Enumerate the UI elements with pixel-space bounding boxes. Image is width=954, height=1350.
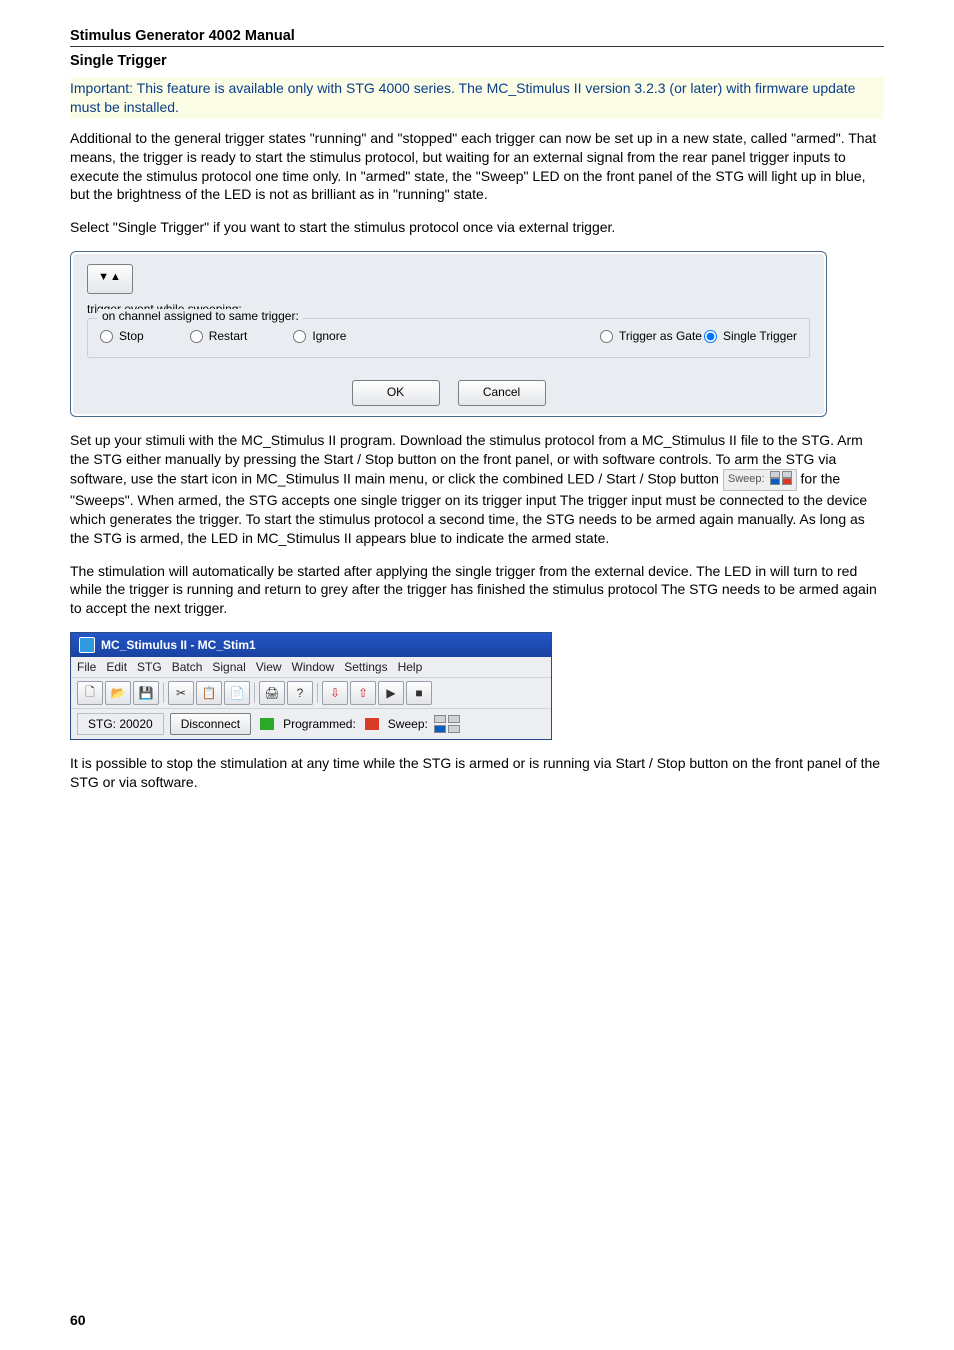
led-grey-icon	[782, 471, 792, 478]
menu-help[interactable]: Help	[398, 660, 423, 674]
toolbar: 🗋 📂 💾 ✂ 📋 📄 🖨 ? ⇩ ⇧ ▶ ■	[71, 677, 551, 709]
menu-view[interactable]: View	[256, 660, 282, 674]
menu-batch[interactable]: Batch	[172, 660, 203, 674]
download-icon[interactable]: ⇩	[322, 681, 348, 705]
led-blue-icon	[434, 725, 446, 733]
led-blue-icon	[770, 478, 780, 485]
title-rule	[70, 46, 884, 47]
menu-window[interactable]: Window	[292, 660, 335, 674]
disconnect-button[interactable]: Disconnect	[170, 713, 251, 735]
mc-stimulus-window: MC_Stimulus II - MC_Stim1 File Edit STG …	[70, 632, 552, 740]
para-5: It is possible to stop the stimulation a…	[70, 754, 884, 792]
radio-single-input[interactable]	[704, 330, 717, 343]
menu-settings[interactable]: Settings	[344, 660, 387, 674]
radio-stop-label: Stop	[119, 329, 144, 343]
doc-title: Stimulus Generator 4002 Manual	[70, 28, 884, 44]
trigger-dialog: ▼▲ trigger event while sweeping: on chan…	[70, 251, 827, 417]
led-green-icon	[260, 718, 274, 730]
radio-restart-input[interactable]	[190, 330, 203, 343]
cut-icon[interactable]: ✂	[168, 681, 194, 705]
para-1: Additional to the general trigger states…	[70, 129, 884, 205]
radio-stop-input[interactable]	[100, 330, 113, 343]
radio-restart-label: Restart	[209, 329, 248, 343]
led-grey-icon	[770, 471, 780, 478]
menu-edit[interactable]: Edit	[106, 660, 127, 674]
menu-signal[interactable]: Signal	[212, 660, 245, 674]
radio-ignore-label: Ignore	[312, 329, 346, 343]
sweep-button-inline[interactable]: Sweep:	[723, 469, 797, 491]
window-title: MC_Stimulus II - MC_Stim1	[101, 638, 256, 652]
important-note: Important: This feature is available onl…	[70, 77, 884, 119]
paste-icon[interactable]: 📄	[224, 681, 250, 705]
section-title: Single Trigger	[70, 53, 884, 69]
para-4: The stimulation will automatically be st…	[70, 562, 884, 619]
save-icon[interactable]: 💾	[133, 681, 159, 705]
led-grey-icon	[448, 725, 460, 733]
radio-stop[interactable]: Stop	[100, 329, 144, 343]
radio-single-label: Single Trigger	[723, 329, 797, 343]
titlebar: MC_Stimulus II - MC_Stim1	[71, 633, 551, 657]
radio-ignore-input[interactable]	[293, 330, 306, 343]
radio-gate-input[interactable]	[600, 330, 613, 343]
page-number: 60	[70, 1312, 86, 1328]
copy-icon[interactable]: 📋	[196, 681, 222, 705]
stop-icon[interactable]: ■	[406, 681, 432, 705]
channel-groupbox: on channel assigned to same trigger: Sto…	[87, 318, 810, 358]
play-icon[interactable]: ▶	[378, 681, 404, 705]
print-icon[interactable]: 🖨	[259, 681, 285, 705]
toolbar-separator	[317, 683, 318, 703]
programmed-label: Programmed:	[283, 717, 356, 731]
sort-toggle-button[interactable]: ▼▲	[87, 264, 133, 294]
stg-id-label: STG: 20020	[77, 713, 164, 735]
toolbar-separator	[163, 683, 164, 703]
cancel-button[interactable]: Cancel	[458, 380, 546, 406]
ok-button[interactable]: OK	[352, 380, 440, 406]
new-icon[interactable]: 🗋	[77, 681, 103, 705]
open-icon[interactable]: 📂	[105, 681, 131, 705]
para-2: Select "Single Trigger" if you want to s…	[70, 218, 884, 237]
group-legend: on channel assigned to same trigger:	[98, 309, 303, 323]
status-row: STG: 20020 Disconnect Programmed: Sweep:	[71, 709, 551, 739]
menu-stg[interactable]: STG	[137, 660, 162, 674]
led-grey-icon	[434, 715, 446, 723]
led-red-icon	[365, 718, 379, 730]
app-icon	[79, 637, 95, 653]
led-red-icon	[782, 478, 792, 485]
menu-file[interactable]: File	[77, 660, 96, 674]
sweep-inline-label: Sweep:	[728, 473, 765, 485]
radio-ignore[interactable]: Ignore	[293, 329, 346, 343]
radio-gate-label: Trigger as Gate	[619, 329, 702, 343]
help-icon[interactable]: ?	[287, 681, 313, 705]
upload-icon[interactable]: ⇧	[350, 681, 376, 705]
led-grey-icon	[448, 715, 460, 723]
sweep-led-stack[interactable]	[434, 715, 462, 733]
toolbar-separator	[254, 683, 255, 703]
menubar: File Edit STG Batch Signal View Window S…	[71, 657, 551, 677]
radio-trigger-as-gate[interactable]: Trigger as Gate	[600, 329, 702, 343]
radio-restart[interactable]: Restart	[190, 329, 248, 343]
radio-single-trigger[interactable]: Single Trigger	[704, 329, 797, 343]
para-3: Set up your stimuli with the MC_Stimulus…	[70, 431, 884, 547]
sweep-label: Sweep:	[388, 717, 428, 731]
